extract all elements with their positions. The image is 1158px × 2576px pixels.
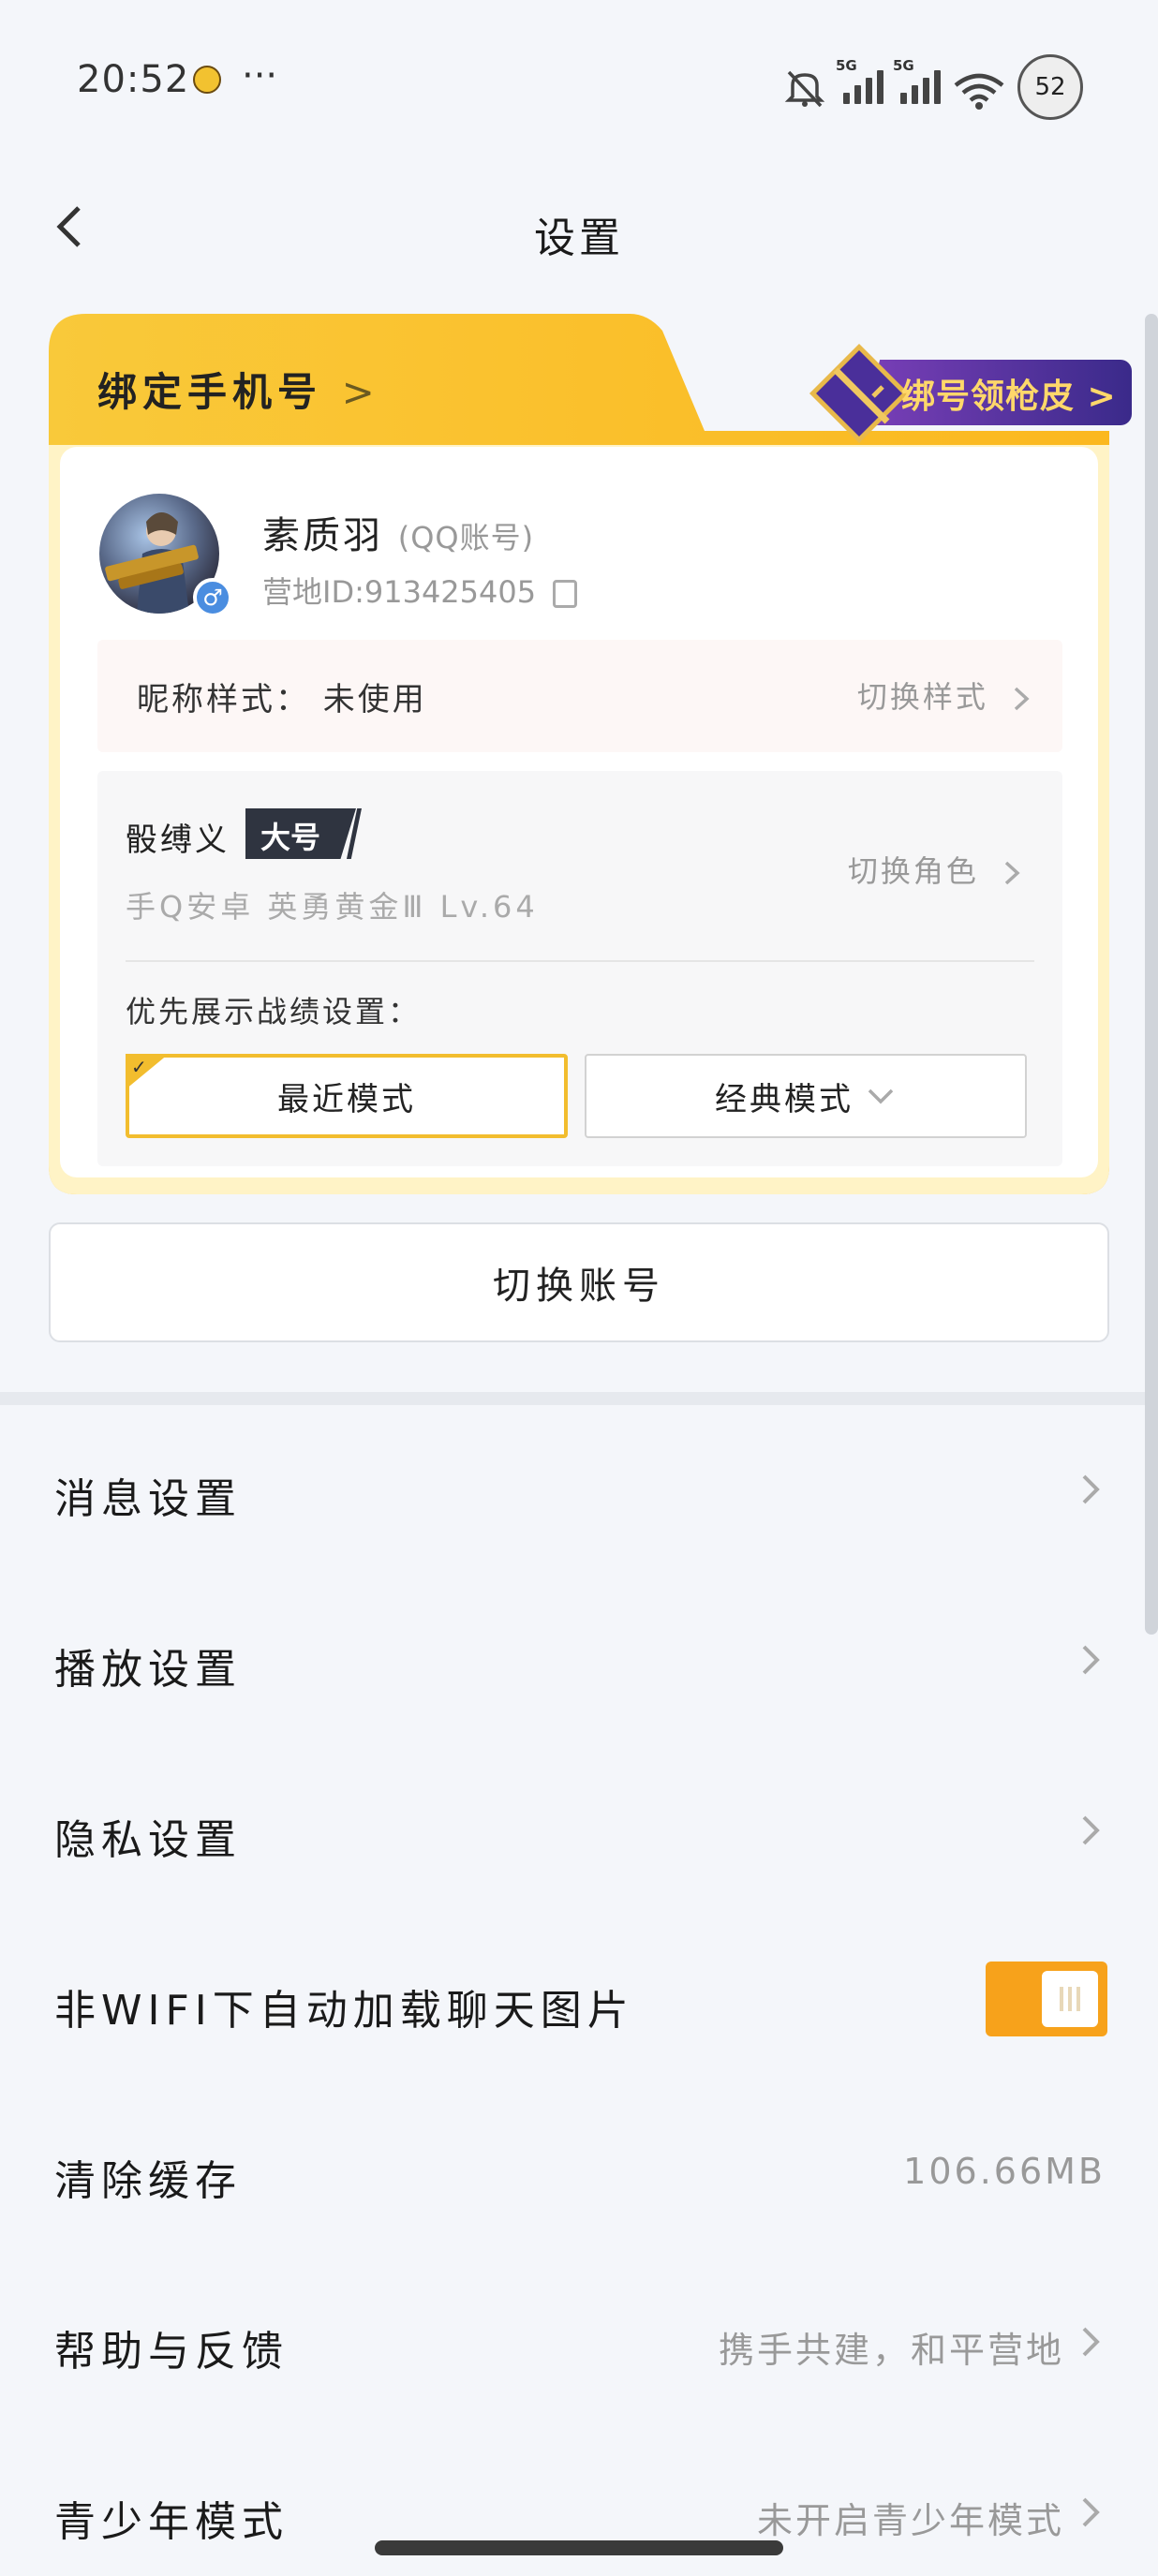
classic-mode-dropdown[interactable]: 经典模式 bbox=[585, 1054, 1027, 1138]
nickname-text: 素质羽 bbox=[262, 514, 383, 557]
bind-phone-card: 绑定手机号 > 绑号领枪皮 > ♂ 素质羽 (QQ账号) 营地ID:913425… bbox=[49, 314, 1132, 1194]
chevron-right-icon bbox=[1004, 861, 1020, 885]
section-divider bbox=[0, 1392, 1158, 1405]
setting-row-clear-cache[interactable]: 清除缓存 106.66MB bbox=[0, 2087, 1158, 2258]
promo-label: 绑号领枪皮 > bbox=[901, 378, 1117, 416]
cache-size: 106.66MB bbox=[903, 2151, 1106, 2192]
chevron-right-icon bbox=[1082, 1474, 1100, 1504]
chevron-down-icon bbox=[868, 1088, 894, 1104]
check-icon: ✓ bbox=[131, 1056, 150, 1078]
chevron-right-icon bbox=[1082, 1815, 1100, 1845]
home-indicator[interactable] bbox=[375, 2540, 783, 2555]
camp-id-text: 营地ID:913425405 bbox=[262, 574, 537, 610]
role-panel: 骰缚义 大号 手Q安卓 英勇黄金Ⅲ Lv.64 切换角色 优先展示战绩设置： ✓… bbox=[97, 771, 1062, 1166]
switch-style-label: 切换样式 bbox=[856, 679, 988, 715]
page-title: 设置 bbox=[534, 215, 624, 262]
status-time: 20:52 bbox=[77, 58, 190, 101]
bind-phone-title: 绑定手机号 bbox=[97, 369, 323, 415]
signal-icon: 5G bbox=[836, 57, 883, 104]
setting-label: 隐私设置 bbox=[54, 1816, 242, 1864]
help-feedback-value: 携手共建，和平营地 bbox=[718, 2330, 1064, 2371]
switch-style-link[interactable]: 切换样式 bbox=[857, 674, 1034, 717]
gun-skin-icon bbox=[809, 343, 910, 444]
app-notification-icon bbox=[193, 66, 221, 94]
role-detail: 手Q安卓 英勇黄金Ⅲ Lv.64 bbox=[126, 889, 539, 925]
setting-label: 青少年模式 bbox=[54, 2498, 289, 2546]
user-name: 素质羽 (QQ账号) bbox=[262, 505, 534, 559]
signal-icon: 5G bbox=[893, 57, 941, 104]
setting-row-playback[interactable]: 播放设置 bbox=[0, 1576, 1158, 1746]
battery-icon: 52 bbox=[1017, 54, 1083, 120]
record-pref-label: 优先展示战绩设置： bbox=[126, 994, 422, 1029]
profile-panel: ♂ 素质羽 (QQ账号) 营地ID:913425405 昵称样式： 未使用 切换… bbox=[60, 447, 1098, 1177]
switch-role-link[interactable]: 切换角色 bbox=[848, 848, 1025, 891]
setting-label: 播放设置 bbox=[54, 1646, 242, 1694]
setting-row-privacy[interactable]: 隐私设置 bbox=[0, 1746, 1158, 1917]
promo-banner[interactable]: 绑号领枪皮 > bbox=[761, 328, 1145, 444]
chevron-right-icon bbox=[1082, 2497, 1100, 2527]
recent-mode-button[interactable]: ✓ 最近模式 bbox=[126, 1054, 568, 1138]
main-account-badge: 大号 bbox=[260, 820, 321, 855]
status-bar: 20:52 ··· 5G 5G 52 bbox=[0, 0, 1158, 159]
setting-label: 帮助与反馈 bbox=[54, 2328, 289, 2376]
setting-row-auto-load-images: 非WIFI下自动加载聊天图片 bbox=[0, 1917, 1158, 2087]
setting-row-message[interactable]: 消息设置 bbox=[0, 1405, 1158, 1576]
nickname-style-label: 昵称样式： 未使用 bbox=[137, 681, 427, 718]
role-name: 骰缚义 bbox=[126, 822, 230, 859]
auto-load-toggle[interactable] bbox=[986, 1962, 1107, 2036]
setting-row-help-feedback[interactable]: 帮助与反馈 携手共建，和平营地 bbox=[0, 2258, 1158, 2428]
switch-role-label: 切换角色 bbox=[847, 853, 979, 889]
chevron-right-icon bbox=[1082, 2327, 1100, 2357]
chevron-right-icon bbox=[1014, 687, 1030, 711]
nickname-style-row[interactable]: 昵称样式： 未使用 切换样式 bbox=[97, 640, 1062, 752]
top-bar: 设置 bbox=[0, 178, 1158, 281]
account-type: (QQ账号) bbox=[397, 520, 535, 555]
gender-male-icon: ♂ bbox=[193, 578, 232, 617]
setting-label: 清除缓存 bbox=[54, 2157, 242, 2205]
switch-account-button[interactable]: 切换账号 bbox=[49, 1222, 1109, 1342]
teen-mode-value: 未开启青少年模式 bbox=[756, 2500, 1064, 2541]
toggle-knob bbox=[1042, 1971, 1098, 2027]
scrollbar[interactable] bbox=[1145, 314, 1158, 1635]
bind-phone-link[interactable]: 绑定手机号 > bbox=[97, 361, 380, 418]
wifi-icon bbox=[954, 65, 1004, 110]
classic-mode-label: 经典模式 bbox=[715, 1080, 854, 1118]
divider bbox=[126, 960, 1034, 962]
chevron-right-icon: > bbox=[341, 369, 380, 415]
chevron-right-icon bbox=[1082, 1645, 1100, 1675]
recent-mode-label: 最近模式 bbox=[277, 1080, 416, 1118]
setting-label: 消息设置 bbox=[54, 1475, 242, 1523]
mute-bell-icon bbox=[783, 65, 826, 110]
copy-icon[interactable] bbox=[553, 580, 578, 608]
more-notifications-icon: ··· bbox=[242, 54, 278, 97]
camp-id: 营地ID:913425405 bbox=[262, 569, 578, 612]
setting-label: 非WIFI下自动加载聊天图片 bbox=[54, 1987, 634, 2035]
